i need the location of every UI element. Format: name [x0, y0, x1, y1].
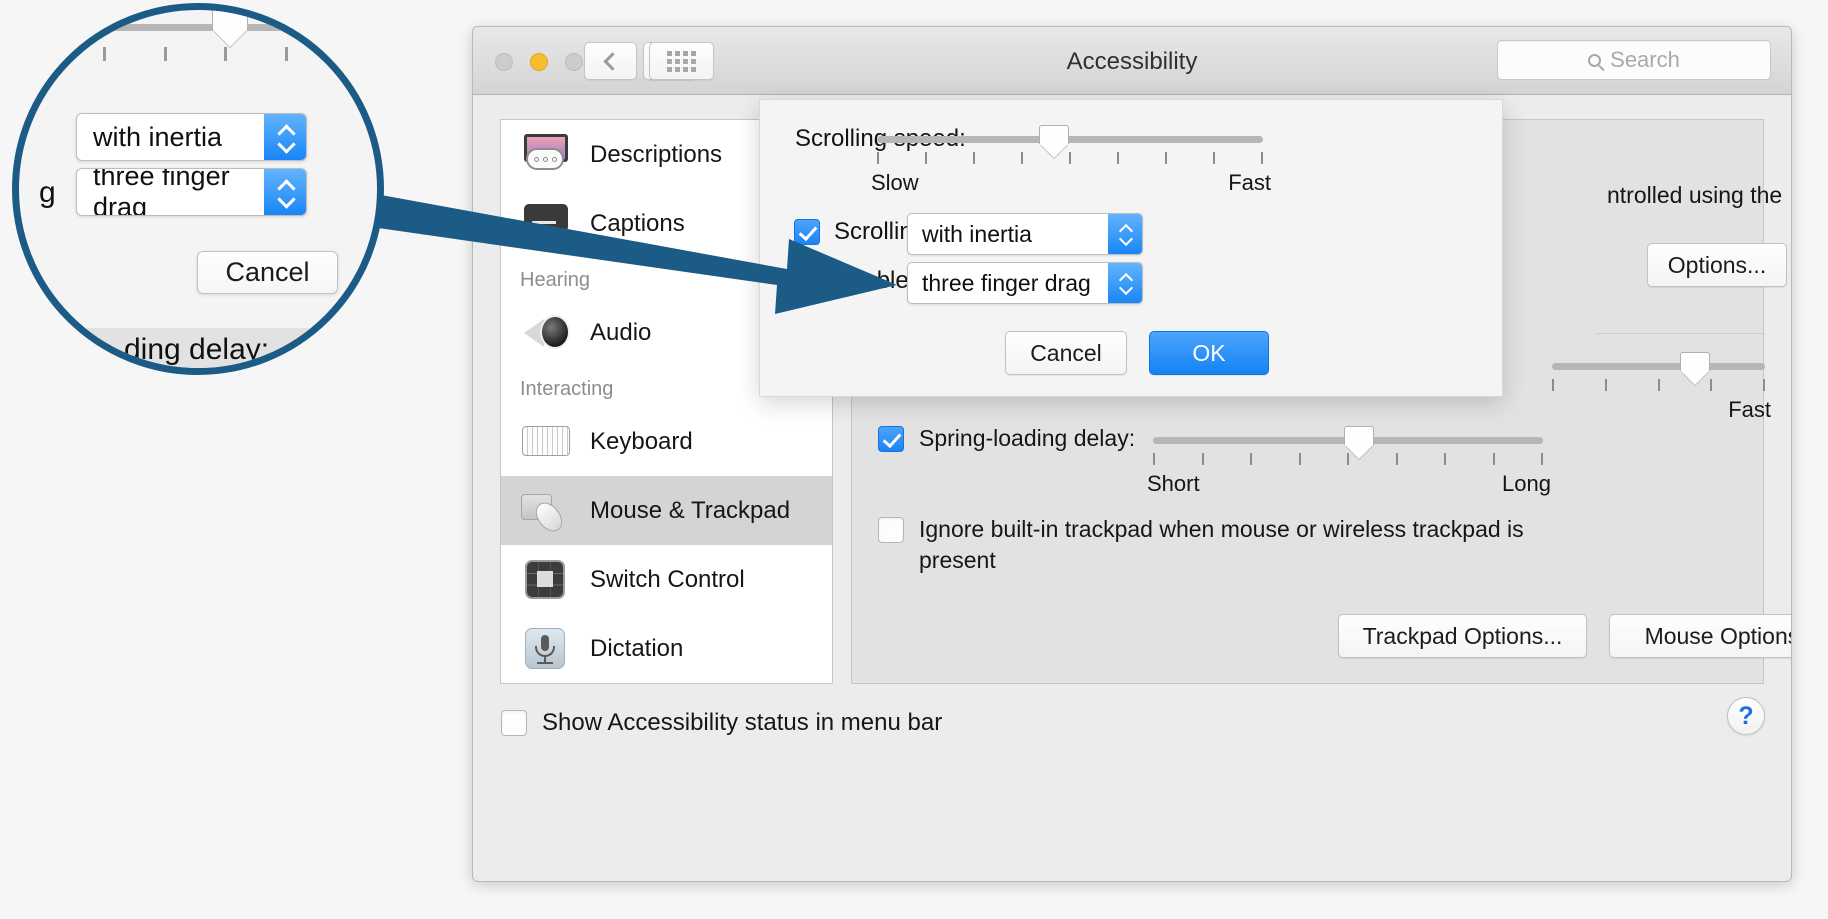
sidebar-item-switch-control[interactable]: Switch Control: [501, 545, 832, 614]
dragging-mode-value: three finger drag: [908, 270, 1108, 297]
slider-thumb[interactable]: [1680, 352, 1710, 382]
loupe-partial-label-bottom: ding delay:: [124, 333, 269, 367]
slider-ticks: [1153, 453, 1543, 465]
show-status-label: Show Accessibility status in menu bar: [542, 709, 942, 737]
loupe-dragging-value: three finger drag: [77, 168, 264, 216]
options-button[interactable]: Options...: [1647, 243, 1787, 287]
stepper-icon[interactable]: [1108, 263, 1142, 303]
search-icon: [1588, 54, 1601, 67]
descriptions-icon: [520, 132, 572, 177]
search-placeholder: Search: [1610, 47, 1680, 73]
ignore-trackpad-checkbox[interactable]: [878, 517, 904, 543]
sidebar-item-dictation[interactable]: Dictation: [501, 614, 832, 683]
loupe-cancel-button: Cancel: [197, 251, 338, 294]
mouse-trackpad-icon: [520, 488, 572, 533]
loupe-bottom-strip: ding delay:: [19, 328, 377, 375]
sidebar-item-mouse-trackpad[interactable]: Mouse & Trackpad: [501, 476, 832, 545]
magnifier-callout: g with inertia three finger drag Cancel …: [12, 3, 384, 375]
sidebar-item-label: Dictation: [590, 635, 683, 663]
cancel-button[interactable]: Cancel: [1005, 331, 1127, 375]
switch-control-icon: [520, 557, 572, 602]
sidebar-item-label: Descriptions: [590, 141, 722, 169]
help-button[interactable]: ?: [1727, 697, 1765, 735]
loupe-scrolling-dropdown: with inertia: [76, 113, 307, 161]
show-status-checkbox[interactable]: [501, 710, 527, 736]
slider-label-fast: Fast: [1728, 397, 1771, 423]
loupe-slider-ticks: [103, 47, 288, 61]
search-input[interactable]: Search: [1497, 40, 1771, 80]
spring-loading-label: Spring-loading delay:: [919, 425, 1135, 452]
slider-track: [1552, 363, 1765, 370]
dragging-mode-dropdown[interactable]: three finger drag: [907, 262, 1143, 304]
mouse-options-button[interactable]: Mouse Options...: [1609, 614, 1792, 658]
trackpad-options-button[interactable]: Trackpad Options...: [1338, 614, 1587, 658]
panel-divider: [1596, 333, 1765, 334]
sidebar-item-label: Keyboard: [590, 428, 693, 456]
loupe-ok-button-edge: [371, 242, 384, 286]
loupe-partial-label-left: g: [39, 176, 56, 210]
loupe-slider-thumb: [212, 8, 248, 44]
sidebar-item-keyboard[interactable]: Keyboard: [501, 407, 832, 476]
ok-button[interactable]: OK: [1149, 331, 1269, 375]
window-titlebar: Accessibility Search: [473, 27, 1791, 95]
sidebar-item-label: Audio: [590, 319, 651, 347]
slider-ticks: [877, 152, 1263, 164]
loupe-dragging-dropdown: three finger drag: [76, 168, 307, 216]
dictation-icon: [520, 626, 572, 671]
slider-track: [877, 136, 1263, 143]
scrolling-mode-value: with inertia: [908, 221, 1108, 248]
enable-dragging-checkbox[interactable]: [794, 268, 820, 294]
slider-thumb[interactable]: [1344, 426, 1374, 456]
sidebar-item-label: Switch Control: [590, 566, 745, 594]
loupe-scrolling-value: with inertia: [77, 122, 264, 153]
sidebar-item-label: Captions: [590, 210, 685, 238]
ignore-trackpad-row: Ignore built-in trackpad when mouse or w…: [878, 514, 1558, 576]
captions-icon: [520, 201, 572, 246]
stepper-icon: [264, 114, 306, 160]
screenshot-root: Accessibility Search Descriptions: [0, 0, 1828, 919]
show-status-row: Show Accessibility status in menu bar: [501, 709, 942, 737]
sidebar-item-label: Mouse & Trackpad: [590, 497, 790, 525]
spring-loading-checkbox[interactable]: [878, 426, 904, 452]
trackpad-options-dialog: Scrolling speed: Slow Fast Scrolling wit…: [759, 99, 1503, 397]
slider-label-short: Short: [1147, 471, 1200, 497]
slider-label-long: Long: [1502, 471, 1551, 497]
keyboard-icon: [520, 419, 572, 464]
spring-loading-row: Spring-loading delay:: [878, 425, 1135, 452]
stepper-icon: [264, 169, 306, 215]
slider-label-fast: Fast: [1228, 170, 1271, 196]
audio-icon: [520, 310, 572, 355]
scrolling-mode-dropdown[interactable]: with inertia: [907, 213, 1143, 255]
slider-thumb[interactable]: [1039, 125, 1069, 155]
slider-label-slow: Slow: [871, 170, 919, 196]
scrolling-checkbox[interactable]: [794, 219, 820, 245]
stepper-icon[interactable]: [1108, 214, 1142, 254]
ignore-trackpad-label: Ignore built-in trackpad when mouse or w…: [919, 514, 1558, 576]
panel-description-text: ntrolled using the: [1607, 182, 1782, 209]
slider-ticks: [1552, 379, 1765, 391]
